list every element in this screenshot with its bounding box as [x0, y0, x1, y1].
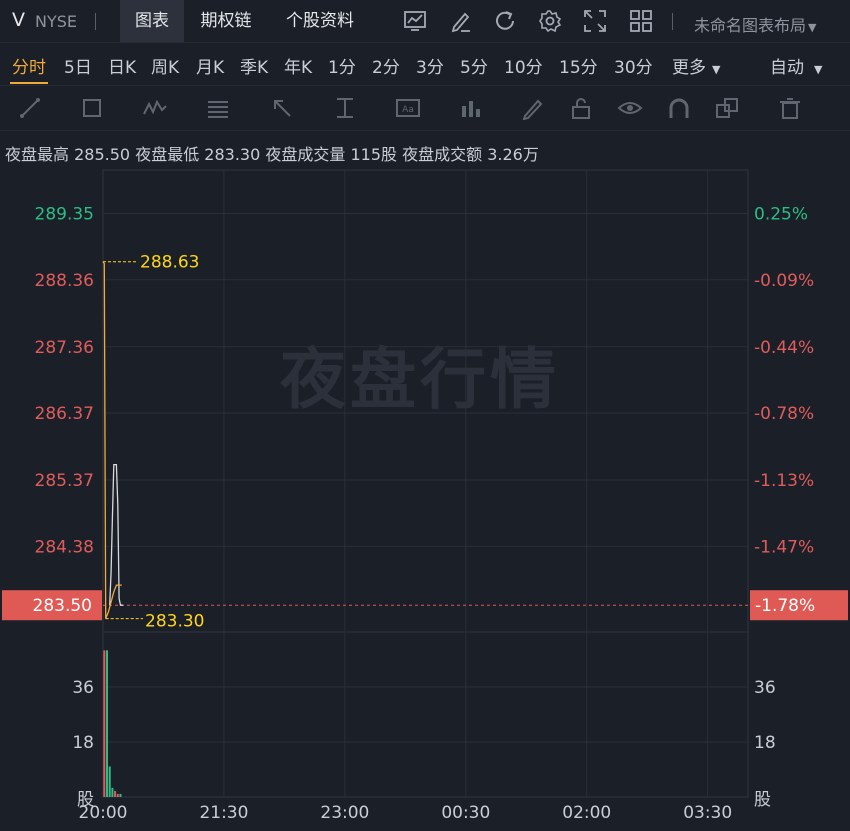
y-tick-label-right: 0.25% [754, 205, 808, 225]
volume-bar [116, 793, 119, 797]
y-tick-label-left: 288.36 [35, 271, 94, 291]
volume-bar [114, 790, 117, 797]
x-tick-label: 23:00 [320, 803, 369, 823]
volume-bar [108, 766, 111, 797]
x-tick-label: 21:30 [199, 803, 248, 823]
plot-frame [102, 169, 749, 798]
x-tick-label: 02:00 [562, 803, 611, 823]
volume-bar [119, 793, 122, 797]
volume-unit-left: 股 [77, 790, 94, 810]
x-tick-label: 00:30 [441, 803, 490, 823]
current-price-label: 283.50 [33, 596, 92, 616]
y-tick-label-left: 285.37 [35, 471, 94, 491]
volume-tick-right: 36 [754, 678, 776, 698]
price-chart[interactable]: 20:00 21:30 23:00 00:30 02:00 03:30289.35 0.25… [0, 0, 850, 831]
volume-tick-left: 36 [72, 678, 94, 698]
y-tick-label-right: -0.78% [754, 404, 814, 424]
current-pct-label: -1.78% [755, 596, 815, 616]
x-tick-label: 03:30 [683, 803, 732, 823]
y-tick-label-left: 287.36 [35, 338, 94, 358]
y-tick-label-right: -1.13% [754, 471, 814, 491]
series-line-average [109, 463, 124, 606]
max-marker-label: 288.63 [140, 253, 199, 273]
y-tick-label-right: -0.44% [754, 338, 814, 358]
volume-bar [106, 650, 109, 797]
volume-tick-right: 18 [754, 733, 776, 753]
y-tick-label-left: 289.35 [35, 205, 94, 225]
y-tick-label-left: 284.38 [35, 537, 94, 557]
volume-tick-left: 18 [72, 733, 94, 753]
y-tick-label-right: -1.47% [754, 537, 814, 557]
y-tick-label-right: -0.09% [754, 271, 814, 291]
volume-bar [111, 787, 114, 797]
y-tick-label-left: 286.37 [35, 404, 94, 424]
volume-unit-right: 股 [754, 790, 771, 810]
volume-bar [103, 650, 106, 797]
min-marker-label: 283.30 [145, 612, 204, 632]
